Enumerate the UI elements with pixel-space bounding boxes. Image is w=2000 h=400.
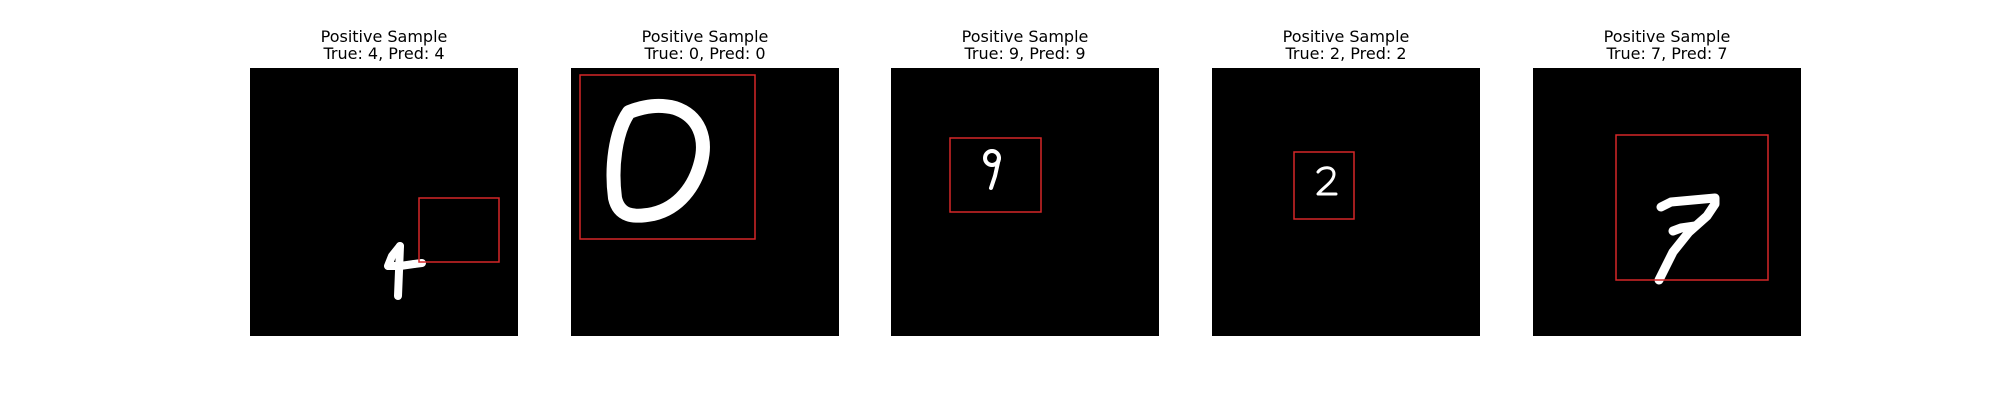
digit-glyph bbox=[384, 242, 426, 300]
digit-glyph bbox=[606, 98, 710, 223]
panel-subtitle-line: True: 9, Pred: 9 bbox=[964, 44, 1086, 63]
digit-0-image bbox=[579, 74, 756, 240]
digit-image bbox=[891, 68, 1159, 336]
panel-title: Positive Sample True: 9, Pred: 9 bbox=[871, 28, 1179, 62]
panel-title: Positive Sample True: 4, Pred: 4 bbox=[230, 28, 538, 62]
digit-glyph bbox=[983, 149, 1001, 190]
panel-subtitle-line: True: 0, Pred: 0 bbox=[644, 44, 766, 63]
panel-title: Positive Sample True: 0, Pred: 0 bbox=[551, 28, 859, 62]
panel-subtitle-line: True: 4, Pred: 4 bbox=[323, 44, 445, 63]
panel-title-line: Positive Sample bbox=[641, 27, 769, 46]
panel-title: Positive Sample True: 7, Pred: 7 bbox=[1513, 28, 1821, 62]
digit-image bbox=[1533, 68, 1801, 336]
panel-subtitle-line: True: 2, Pred: 2 bbox=[1285, 44, 1407, 63]
digit-7-image bbox=[1615, 134, 1769, 285]
digit-2-image bbox=[1293, 151, 1355, 220]
panel-title-line: Positive Sample bbox=[1603, 27, 1731, 46]
panel-title-line: Positive Sample bbox=[961, 27, 1089, 46]
bounding-box bbox=[1293, 151, 1355, 220]
digit-image bbox=[1212, 68, 1480, 336]
digit-image bbox=[250, 68, 518, 336]
digit-glyph bbox=[1316, 166, 1338, 196]
digit-glyph bbox=[1654, 193, 1720, 285]
panel-title-line: Positive Sample bbox=[320, 27, 448, 46]
bounding-box bbox=[1615, 134, 1769, 281]
panel-title: Positive Sample True: 2, Pred: 2 bbox=[1192, 28, 1500, 62]
digit-4-image bbox=[384, 197, 500, 300]
bounding-box bbox=[418, 197, 500, 263]
digit-image bbox=[571, 68, 839, 336]
digit-9-image bbox=[949, 137, 1042, 213]
panel-title-line: Positive Sample bbox=[1282, 27, 1410, 46]
panel-subtitle-line: True: 7, Pred: 7 bbox=[1606, 44, 1728, 63]
